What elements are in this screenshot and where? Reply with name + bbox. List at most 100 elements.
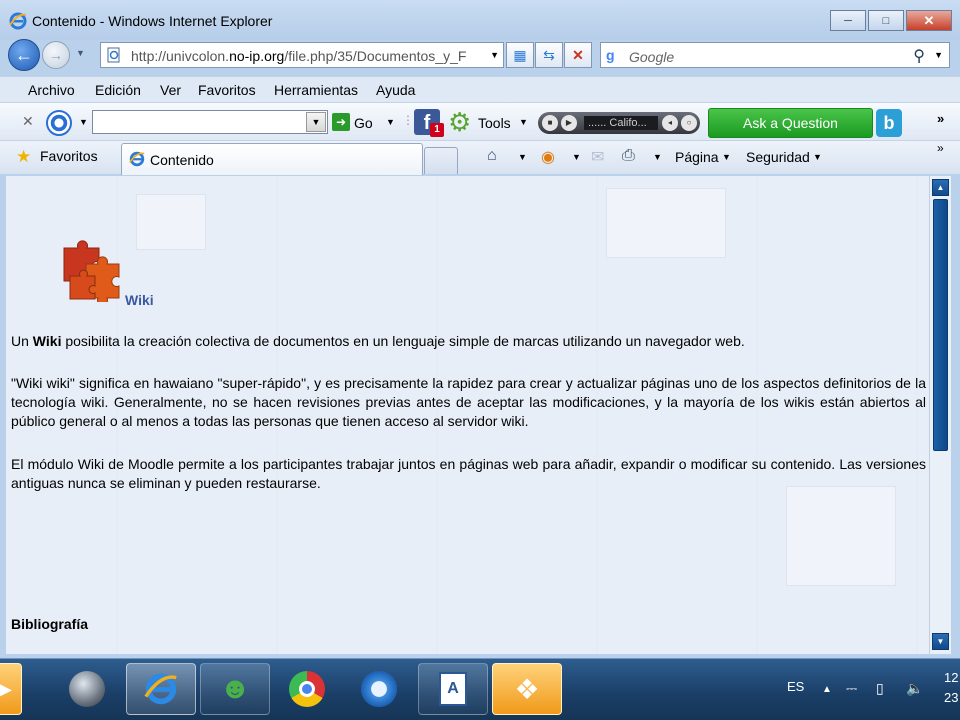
menu-archivo[interactable]: Archivo xyxy=(28,82,75,98)
internet-explorer-icon xyxy=(9,12,27,30)
home-icon[interactable]: ⌂ xyxy=(487,147,497,165)
home-dropdown-icon[interactable]: ▼ xyxy=(518,152,527,162)
network-signal-icon[interactable]: ▯ xyxy=(876,680,884,697)
taskbar-word[interactable]: A xyxy=(418,663,488,715)
google-icon: g xyxy=(606,47,624,63)
safety-menu[interactable]: Seguridad xyxy=(746,149,810,165)
media-options-icon[interactable]: ○ xyxy=(681,115,697,131)
close-button[interactable]: ✕ xyxy=(906,10,952,31)
back-arrow-icon: ← xyxy=(15,45,33,65)
rss-feed-icon[interactable]: ◉ xyxy=(541,147,555,167)
tools-dropdown-icon[interactable]: ▼ xyxy=(519,117,528,127)
tools-button-label[interactable]: Tools xyxy=(478,115,511,131)
volume-icon[interactable]: ◂ xyxy=(662,115,678,131)
favorites-star-icon[interactable]: ★ xyxy=(16,148,31,166)
taskbar-chrome[interactable] xyxy=(272,663,342,715)
taskbar-messenger[interactable]: ☻ xyxy=(200,663,270,715)
recent-pages-dropdown[interactable]: ▼ xyxy=(76,48,85,58)
search-icon[interactable]: ⚲ xyxy=(913,46,925,66)
toolbar-search-combo[interactable]: ▼ xyxy=(92,110,328,134)
new-tab-button[interactable] xyxy=(424,147,458,174)
ask-a-question-button[interactable]: Ask a Question xyxy=(708,108,873,138)
toolbar-overflow-icon[interactable]: » xyxy=(937,111,944,126)
menu-herramientas[interactable]: Herramientas xyxy=(274,82,358,98)
intro-paragraph: Un Wiki posibilita la creación colectiva… xyxy=(11,332,926,351)
tab-label: Contenido xyxy=(150,152,214,168)
combo-dropdown-icon[interactable]: ▼ xyxy=(306,112,326,132)
stop-media-icon[interactable]: ■ xyxy=(542,115,558,131)
toolbar-logo-icon[interactable] xyxy=(46,110,72,136)
taskbar-internet-explorer[interactable] xyxy=(126,663,196,715)
intro-bold-term: Wiki xyxy=(32,333,62,349)
internet-explorer-icon xyxy=(144,673,177,705)
menu-ver[interactable]: Ver xyxy=(160,82,181,98)
refresh-button[interactable]: ⇆ xyxy=(535,42,563,68)
title-bar: Contenido - Windows Internet Explorer ─ … xyxy=(0,0,960,40)
clock-hour[interactable]: 12 xyxy=(944,670,958,685)
page-icon xyxy=(107,47,120,63)
windows-logo-icon: ❖ xyxy=(514,673,540,705)
stop-button[interactable]: ✕ xyxy=(564,42,592,68)
close-toolbar-icon[interactable]: ✕ xyxy=(22,113,34,130)
background-pattern xyxy=(136,194,206,250)
url-text: http://univcolon.no-ip.org/file.php/35/D… xyxy=(131,48,481,64)
safety-menu-dropdown-icon[interactable]: ▼ xyxy=(813,152,822,162)
media-player: ■ ▶ ...... Califo... ◂ ○ xyxy=(538,112,700,134)
read-mail-icon[interactable]: ✉ xyxy=(591,147,604,167)
etymology-paragraph: "Wiki wiki" significa en hawaiano "super… xyxy=(11,375,926,429)
forward-button[interactable]: → xyxy=(42,41,70,69)
command-bar-overflow-icon[interactable]: » xyxy=(937,141,944,155)
bing-icon[interactable]: b xyxy=(876,109,902,137)
window-title: Contenido - Windows Internet Explorer xyxy=(32,13,273,29)
taskbar-media-player[interactable]: ▶ xyxy=(0,663,22,715)
clock-minute[interactable]: 23 xyxy=(944,690,958,705)
gear-icon[interactable]: ⚙ xyxy=(448,109,471,135)
feed-dropdown-icon[interactable]: ▼ xyxy=(572,152,581,162)
address-input[interactable]: http://univcolon.no-ip.org/file.php/35/D… xyxy=(100,42,504,68)
url-prefix: http://univcolon. xyxy=(131,48,230,64)
language-indicator[interactable]: ES xyxy=(787,679,804,694)
page-menu-dropdown-icon[interactable]: ▼ xyxy=(722,152,731,162)
go-arrow-icon[interactable]: ➜ xyxy=(332,113,350,131)
print-dropdown-icon[interactable]: ▼ xyxy=(653,152,662,162)
play-media-icon[interactable]: ▶ xyxy=(561,115,577,131)
go-dropdown-icon[interactable]: ▼ xyxy=(386,117,395,127)
word-document-icon: A xyxy=(439,672,467,706)
go-button-label[interactable]: Go xyxy=(354,115,373,131)
print-icon[interactable]: ⎙ xyxy=(622,147,635,165)
vertical-scrollbar[interactable]: ▲ ▼ xyxy=(929,176,951,654)
background-pattern xyxy=(786,486,896,586)
search-providers-dropdown-icon[interactable]: ▼ xyxy=(934,50,943,60)
taskbar-safari[interactable] xyxy=(344,663,414,715)
facebook-notification-badge: 1 xyxy=(430,123,444,137)
refresh-icon: ⇆ xyxy=(543,47,555,63)
page-menu[interactable]: Página xyxy=(675,149,719,165)
url-suffix: /file.php/35/Documentos_y_F xyxy=(284,48,467,64)
menu-favoritos[interactable]: Favoritos xyxy=(198,82,256,98)
menu-edicion[interactable]: Edición xyxy=(95,82,141,98)
media-station-text[interactable]: ...... Califo... xyxy=(584,116,658,130)
moodle-wiki-paragraph: El módulo Wiki de Moodle permite a los p… xyxy=(11,456,926,491)
taskbar-powerpoint[interactable]: ❖ xyxy=(492,663,562,715)
address-dropdown-icon[interactable]: ▼ xyxy=(490,50,499,60)
back-button[interactable]: ← xyxy=(8,39,40,71)
scroll-up-icon[interactable]: ▲ xyxy=(932,179,949,196)
toolbar-logo-dropdown-icon[interactable]: ▼ xyxy=(79,117,88,127)
addon-toolbar: ✕ ▼ ▼ ➜ Go ▼ ⋮ f 1 ⚙ Tools ▼ ■ ▶ ...... … xyxy=(0,102,960,140)
menu-ayuda[interactable]: Ayuda xyxy=(376,82,415,98)
show-hidden-icons-icon[interactable]: ▲ xyxy=(822,684,832,695)
search-input[interactable]: g Google ⚲ ▼ xyxy=(600,42,950,68)
taskbar-webcam[interactable] xyxy=(52,663,122,715)
scrollbar-thumb[interactable] xyxy=(933,199,948,451)
tab-contenido[interactable]: Contenido xyxy=(121,143,423,175)
volume-speaker-icon[interactable]: 🔈 xyxy=(906,680,923,697)
maximize-button[interactable]: □ xyxy=(868,10,904,31)
power-plug-icon[interactable]: ⎓ xyxy=(846,680,857,697)
safari-compass-icon xyxy=(361,671,397,707)
puzzle-pieces-image xyxy=(63,240,120,302)
favorites-button[interactable]: Favoritos xyxy=(40,148,98,164)
minimize-button[interactable]: ─ xyxy=(830,10,866,31)
scroll-down-icon[interactable]: ▼ xyxy=(932,633,949,650)
compatibility-view-button[interactable]: ▦ xyxy=(506,42,534,68)
minimize-icon: ─ xyxy=(844,14,852,27)
